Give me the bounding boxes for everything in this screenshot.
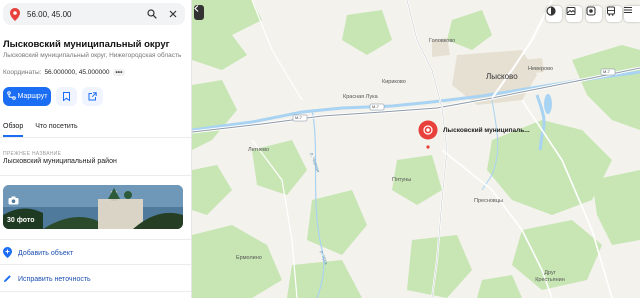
map-place-label: Пресновцы: [474, 198, 503, 204]
add-object-label: Добавить объект: [18, 250, 74, 257]
route-button-label: Маршрут: [17, 93, 48, 100]
add-object-link[interactable]: Добавить объект: [3, 247, 73, 260]
road-shield-label: М-7: [372, 104, 379, 109]
route-button[interactable]: Маршрут: [3, 87, 51, 106]
transit-button[interactable]: [606, 6, 622, 22]
place-title: Лысковский муниципальный округ: [3, 39, 170, 50]
layers-button[interactable]: [546, 6, 562, 22]
report-error-link[interactable]: Исправить неточность: [3, 274, 91, 285]
road-shield-label: М-7: [295, 115, 302, 120]
place-sidebar: 56.00, 45.00 Лысковский муниципальный ок…: [0, 0, 192, 298]
add-location-icon: [3, 247, 12, 260]
coordinates-value[interactable]: 56.000000, 45.000000: [44, 69, 109, 76]
divider: [0, 175, 191, 176]
location-pin-icon: [7, 6, 23, 22]
close-icon[interactable]: [164, 5, 182, 23]
menu-button[interactable]: [624, 6, 640, 22]
map-place-label: Друг Крестьянин: [535, 270, 565, 283]
divider: [0, 291, 191, 292]
map-place-label: Головково: [429, 38, 456, 44]
tab-overview[interactable]: Обзор: [3, 123, 24, 137]
pencil-icon: [3, 274, 12, 285]
share-icon: [88, 88, 97, 106]
former-name-label: ПРЕЖНЕЕ НАЗВАНИЕ: [3, 151, 62, 157]
photo-gallery[interactable]: 30 фото: [3, 185, 183, 229]
action-buttons: Маршрут: [3, 87, 103, 106]
map-place-label: Кириково: [382, 79, 406, 85]
place-subtitle: Лысковский муниципальный округ, Нижегоро…: [3, 52, 182, 59]
photo-count: 30 фото: [7, 217, 35, 224]
camera-icon: [8, 192, 19, 210]
coordinates-row: Координаты: 56.000000, 45.000000 •••: [3, 69, 126, 76]
report-error-label: Исправить неточность: [18, 276, 91, 283]
divider: [0, 239, 191, 240]
map-place-label: Неверово: [528, 66, 553, 72]
coordinates-label: Координаты:: [3, 69, 42, 76]
map-place-label: Красная Лука: [343, 94, 378, 100]
map-place-label: Пятуны: [392, 177, 412, 183]
former-name-value: Лысковский муниципальный район: [3, 158, 117, 165]
share-button[interactable]: [82, 87, 103, 106]
panorama-button[interactable]: [566, 6, 582, 22]
search-icon[interactable]: [143, 5, 161, 23]
search-bar[interactable]: 56.00, 45.00: [3, 3, 185, 25]
map-place-label: Лысково: [486, 72, 518, 81]
road-shield-label: М-7: [603, 69, 610, 74]
traffic-camera-button[interactable]: [586, 6, 602, 22]
search-input[interactable]: 56.00, 45.00: [27, 10, 143, 19]
collapse-sidebar-button[interactable]: [194, 5, 204, 20]
map-place-label: Летнево: [248, 147, 270, 153]
divider: [0, 264, 191, 265]
route-icon: [6, 91, 16, 102]
tab-what-to-visit[interactable]: Что посетить: [35, 123, 77, 137]
bookmark-button[interactable]: [56, 87, 77, 106]
place-tabs: Обзор Что посетить: [3, 123, 78, 137]
coordinates-more-button[interactable]: •••: [112, 69, 126, 76]
map-place-label: Ермолино: [236, 255, 262, 261]
divider: [0, 137, 191, 138]
bookmark-icon: [63, 88, 70, 106]
map-canvas[interactable]: Головково Кириково Лысково Неверово Крас…: [192, 0, 640, 298]
marker-label[interactable]: Лысковский муниципаль...: [443, 127, 530, 134]
